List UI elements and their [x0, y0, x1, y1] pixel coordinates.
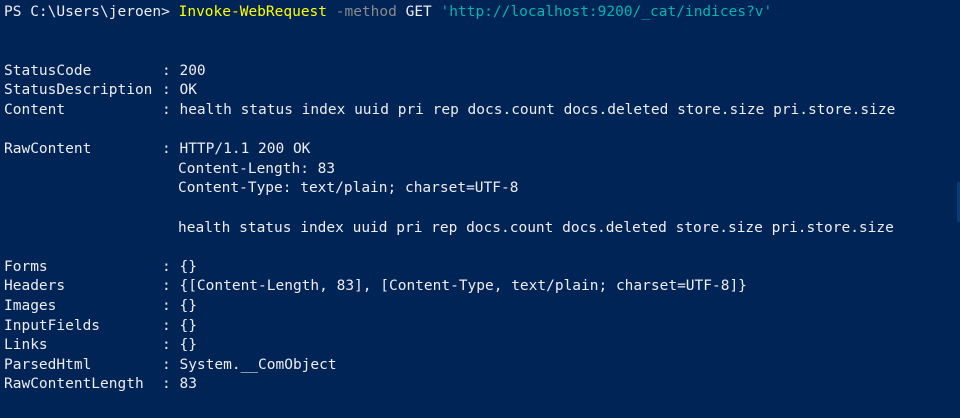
- property-separator: :: [162, 62, 180, 79]
- property-value: Content-Length: 83: [178, 160, 336, 177]
- property-separator: :: [162, 258, 180, 275]
- prompt-text: PS C:\Users\jeroen>: [4, 4, 179, 20]
- property-name: Headers: [4, 278, 66, 295]
- property-separator: :: [162, 141, 180, 158]
- output-row-links: Links: {}: [4, 336, 960, 356]
- property-value: {}: [179, 317, 197, 334]
- output-row-forms: Forms: {}: [4, 258, 960, 278]
- property-value: 200: [179, 62, 206, 79]
- property-name: Images: [4, 297, 57, 314]
- property-name: Links: [4, 337, 48, 354]
- output-row-images: Images: {}: [4, 297, 960, 317]
- property-name: RawContent: [4, 141, 92, 158]
- property-value: HTTP/1.1 200 OK: [179, 141, 311, 158]
- property-separator: :: [162, 297, 180, 314]
- property-value: health status index uuid pri rep docs.co…: [179, 101, 896, 118]
- property-name: Content: [4, 101, 66, 118]
- property-name: InputFields: [4, 317, 101, 334]
- property-name: RawContentLength: [4, 376, 144, 393]
- output-row-rawcontentlength: RawContentLength: 83: [4, 375, 960, 395]
- method-value: GET: [405, 4, 432, 20]
- rawcontent-continuation: Content-Length: 83: [4, 160, 960, 180]
- property-name: StatusCode: [4, 62, 92, 79]
- property-value: 83: [179, 376, 197, 393]
- property-value: {}: [179, 297, 197, 314]
- property-name: ParsedHtml: [4, 356, 92, 373]
- property-value: Content-Type: text/plain; charset=UTF-8: [178, 180, 519, 197]
- powershell-terminal[interactable]: PS C:\Users\jeroen> Invoke-WebRequest -m…: [0, 0, 960, 418]
- output-row-content: Content: health status index uuid pri re…: [4, 101, 960, 121]
- property-separator: :: [162, 376, 180, 393]
- rawcontent-continuation: health status index uuid pri rep docs.co…: [4, 219, 960, 239]
- output-row-headers: Headers: {[Content-Length, 83], [Content…: [4, 277, 960, 297]
- rawcontent-continuation: [4, 199, 960, 219]
- property-separator: :: [162, 356, 180, 373]
- output-row-statuscode: StatusCode: 200: [4, 62, 960, 82]
- property-value: {}: [179, 258, 197, 275]
- property-value: {[Content-Length, 83], [Content-Type, te…: [179, 278, 747, 295]
- property-value: {}: [179, 337, 197, 354]
- property-separator: :: [162, 317, 180, 334]
- property-value: OK: [179, 82, 197, 99]
- property-separator: :: [162, 337, 180, 354]
- space-text: [432, 4, 441, 20]
- rawcontent-continuation: Content-Type: text/plain; charset=UTF-8: [4, 179, 960, 199]
- output-row-rawcontent: RawContent: HTTP/1.1 200 OK: [4, 140, 960, 160]
- property-separator: :: [162, 278, 180, 295]
- property-separator: :: [162, 101, 180, 118]
- method-parameter: -method: [327, 4, 406, 20]
- property-separator: :: [162, 82, 180, 99]
- property-name: StatusDescription: [4, 82, 153, 99]
- property-name: Forms: [4, 258, 48, 275]
- output-row-parsedhtml: ParsedHtml: System.__ComObject: [4, 356, 960, 376]
- output-row-inputfields: InputFields: {}: [4, 317, 960, 337]
- output-row-statusdescription: StatusDescription: OK: [4, 81, 960, 101]
- property-value: health status index uuid pri rep docs.co…: [178, 219, 894, 236]
- command-line: PS C:\Users\jeroen> Invoke-WebRequest -m…: [4, 3, 960, 23]
- url-string: 'http://localhost:9200/_cat/indices?v': [440, 4, 773, 20]
- property-value: System.__ComObject: [179, 356, 337, 373]
- cmdlet-name: Invoke-WebRequest: [178, 4, 328, 20]
